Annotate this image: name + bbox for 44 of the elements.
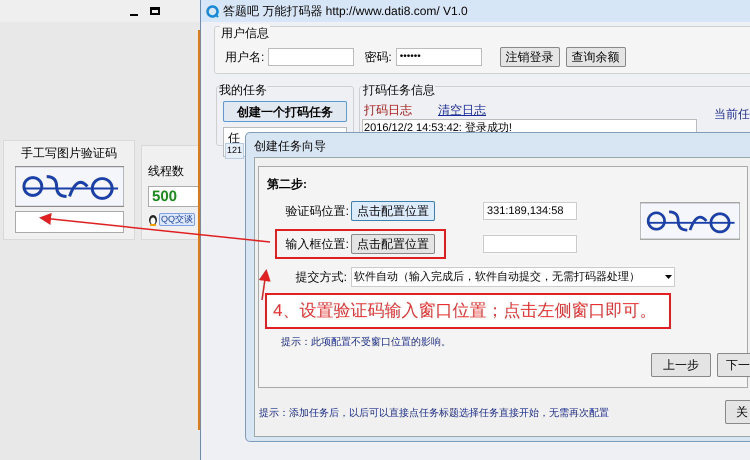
thread-count-label: 线程数 bbox=[148, 163, 185, 180]
configure-position-button[interactable]: 点击配置位置 bbox=[351, 201, 435, 221]
footer-hint: 提示：添加任务后，以后可以直接点任务标题选择任务直接开始，无需再次配置 bbox=[259, 406, 609, 421]
app-logo-icon bbox=[206, 4, 219, 18]
group-title: 打码任务信息 bbox=[363, 81, 435, 99]
balance-button[interactable]: 查询余额 bbox=[566, 47, 626, 67]
position-field[interactable]: 331:189,134:58 bbox=[483, 202, 577, 220]
current-task-label: 当前任 bbox=[714, 106, 750, 123]
submit-mode-dropdown[interactable]: 软件自动（输入完成后，软件自动提交，无需打码器处理） bbox=[351, 267, 675, 287]
panel-title: 手工写图片验证码 bbox=[21, 145, 117, 162]
group-title: 我的任务 bbox=[219, 81, 267, 99]
row-label: 输入框位置: bbox=[284, 236, 349, 253]
username-field[interactable] bbox=[268, 48, 354, 66]
chat-link[interactable]: QQ交谈 bbox=[159, 213, 196, 226]
password-field[interactable]: •••••• bbox=[396, 48, 482, 66]
log-line: 2016/12/2 14:53:42: 登录成功! bbox=[363, 121, 513, 136]
next-step-button[interactable]: 下一 bbox=[717, 353, 750, 377]
penguin-icon bbox=[148, 214, 158, 226]
hint-text: 提示：此项配置不受窗口位置的影响。 bbox=[281, 336, 451, 350]
minimize-button[interactable] bbox=[130, 14, 138, 16]
annotation-callout: 4、设置验证码输入窗口位置；点击左侧窗口即可。 bbox=[265, 293, 671, 329]
dialog-title: 创建任务向导 bbox=[254, 138, 326, 155]
username-label: 用户名: bbox=[225, 49, 264, 66]
position-field[interactable] bbox=[483, 235, 577, 253]
log-tab[interactable]: 清空日志 bbox=[438, 101, 486, 119]
row-label: 验证码位置: bbox=[284, 203, 349, 220]
maximize-button[interactable] bbox=[150, 7, 160, 15]
logout-button[interactable]: 注销登录 bbox=[500, 47, 560, 67]
task-row[interactable]: 121 bbox=[225, 143, 244, 158]
previous-step-button[interactable]: 上一步 bbox=[651, 353, 711, 377]
annotation-arrow bbox=[258, 269, 271, 300]
configure-position-button[interactable]: 点击配置位置 bbox=[351, 234, 435, 254]
create-task-button[interactable]: 创建一个打码任务 bbox=[223, 101, 347, 122]
password-label: 密码: bbox=[364, 49, 392, 66]
thread-count-field[interactable]: 500 bbox=[148, 186, 201, 207]
dropdown-value: 软件自动（输入完成后，软件自动提交，无需打码器处理） bbox=[354, 270, 640, 285]
step-title: 第二步: bbox=[267, 176, 307, 193]
group-title: 用户信息 bbox=[220, 24, 270, 42]
dropdown-caret-icon bbox=[665, 275, 672, 279]
window-title: 答题吧 万能打码器 http://www.dati8.com/ V1.0 bbox=[223, 3, 468, 20]
captcha-input-field[interactable] bbox=[14, 211, 124, 233]
submit-label: 提交方式: bbox=[294, 269, 348, 286]
log-tab[interactable]: 打码日志 bbox=[364, 101, 412, 119]
close-button[interactable]: 关 bbox=[725, 400, 750, 424]
